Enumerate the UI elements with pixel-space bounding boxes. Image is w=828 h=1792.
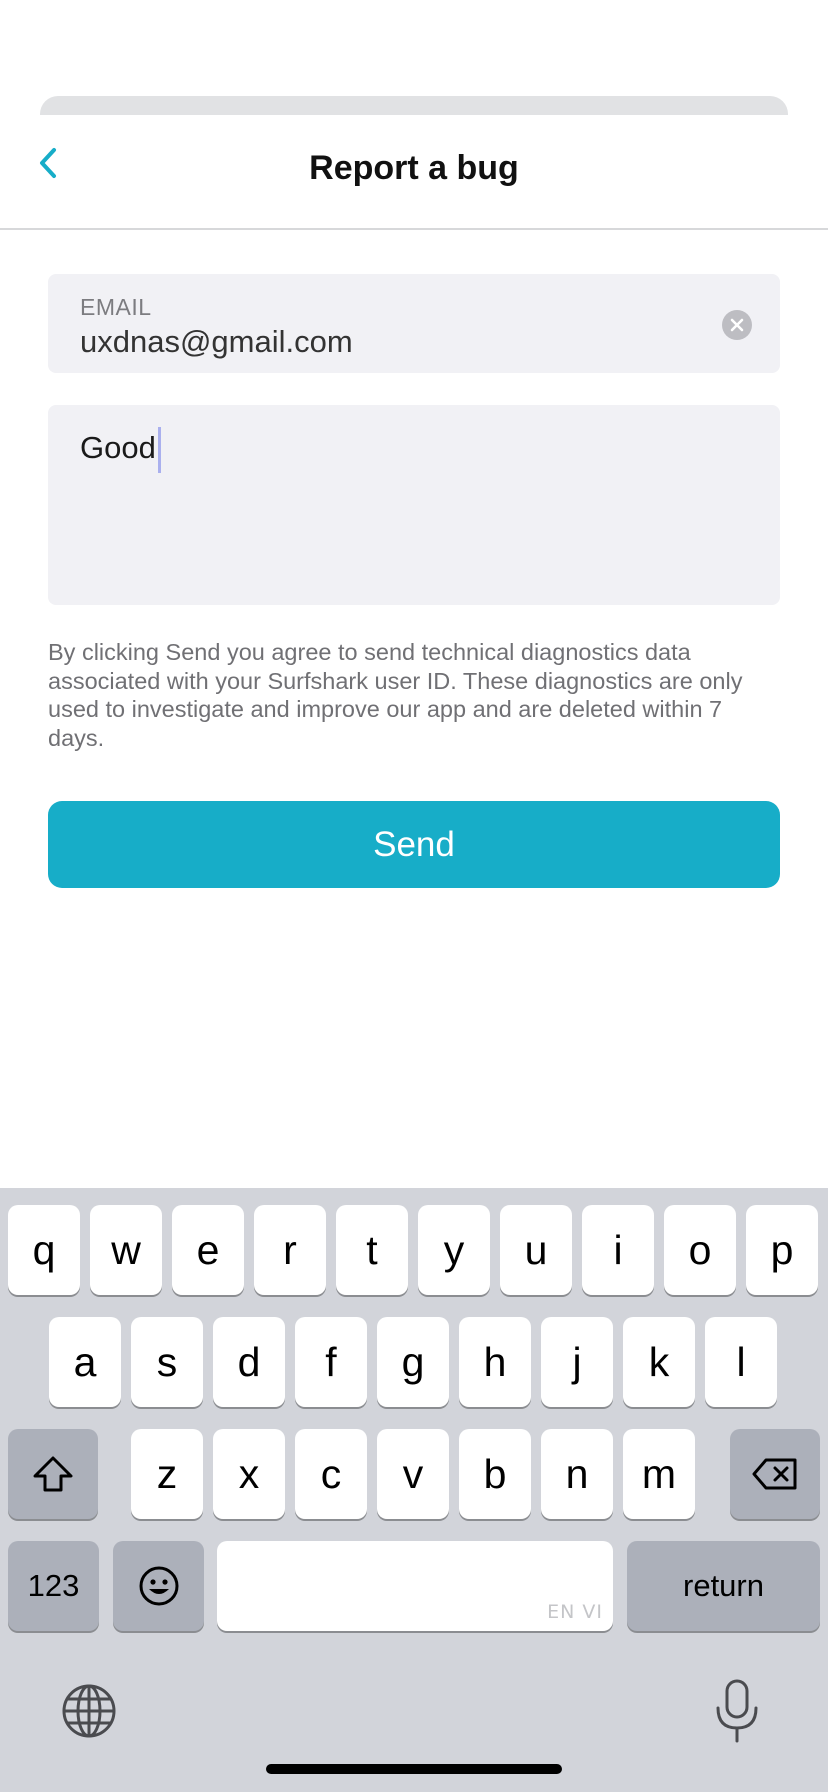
globe-icon[interactable] bbox=[60, 1682, 118, 1740]
key-l[interactable]: l bbox=[705, 1317, 777, 1407]
numbers-key[interactable]: 123 bbox=[8, 1541, 99, 1631]
key-u[interactable]: u bbox=[500, 1205, 572, 1295]
key-q[interactable]: q bbox=[8, 1205, 80, 1295]
key-t[interactable]: t bbox=[336, 1205, 408, 1295]
key-m[interactable]: m bbox=[623, 1429, 695, 1519]
email-field[interactable]: EMAIL uxdnas@gmail.com bbox=[48, 274, 780, 373]
emoji-key[interactable] bbox=[113, 1541, 204, 1631]
message-value: Good bbox=[80, 430, 156, 465]
report-bug-screen: Report a bug EMAIL uxdnas@gmail.com Good… bbox=[0, 0, 828, 1792]
key-g[interactable]: g bbox=[377, 1317, 449, 1407]
key-b[interactable]: b bbox=[459, 1429, 531, 1519]
home-indicator bbox=[266, 1764, 562, 1774]
delete-key[interactable] bbox=[730, 1429, 820, 1519]
diagnostics-disclaimer: By clicking Send you agree to send techn… bbox=[48, 639, 743, 751]
key-k[interactable]: k bbox=[623, 1317, 695, 1407]
emoji-icon bbox=[139, 1566, 178, 1606]
on-screen-keyboard: q w e r t y u i o p a s d f g h j k l z … bbox=[0, 1188, 828, 1792]
email-label: EMAIL bbox=[80, 294, 152, 320]
key-x[interactable]: x bbox=[213, 1429, 285, 1519]
key-z[interactable]: z bbox=[131, 1429, 203, 1519]
email-input[interactable]: uxdnas@gmail.com bbox=[80, 324, 353, 360]
key-a[interactable]: a bbox=[49, 1317, 121, 1407]
text-cursor bbox=[157, 426, 161, 473]
space-key[interactable]: EN VI bbox=[217, 1541, 613, 1631]
key-d[interactable]: d bbox=[213, 1317, 285, 1407]
sheet-background-edge bbox=[40, 96, 788, 116]
key-c[interactable]: c bbox=[295, 1429, 367, 1519]
key-i[interactable]: i bbox=[582, 1205, 654, 1295]
key-s[interactable]: s bbox=[131, 1317, 203, 1407]
delete-icon bbox=[752, 1458, 797, 1490]
key-j[interactable]: j bbox=[541, 1317, 613, 1407]
key-n[interactable]: n bbox=[541, 1429, 613, 1519]
key-f[interactable]: f bbox=[295, 1317, 367, 1407]
key-r[interactable]: r bbox=[254, 1205, 326, 1295]
key-w[interactable]: w bbox=[90, 1205, 162, 1295]
key-o[interactable]: o bbox=[664, 1205, 736, 1295]
key-v[interactable]: v bbox=[377, 1429, 449, 1519]
microphone-icon[interactable] bbox=[712, 1678, 762, 1744]
return-key[interactable]: return bbox=[627, 1541, 820, 1631]
key-p[interactable]: p bbox=[746, 1205, 818, 1295]
message-textarea[interactable]: Good bbox=[48, 405, 780, 605]
message-text: Good bbox=[80, 423, 161, 473]
keyboard-language-hint: EN VI bbox=[547, 1601, 603, 1623]
key-e[interactable]: e bbox=[172, 1205, 244, 1295]
clear-email-button[interactable] bbox=[722, 310, 752, 340]
shift-icon bbox=[33, 1456, 73, 1492]
navigation-bar: Report a bug bbox=[0, 115, 828, 230]
send-button[interactable]: Send bbox=[48, 801, 780, 888]
clear-icon bbox=[730, 318, 744, 332]
key-y[interactable]: y bbox=[418, 1205, 490, 1295]
shift-key[interactable] bbox=[8, 1429, 98, 1519]
page-title: Report a bug bbox=[309, 149, 519, 187]
key-h[interactable]: h bbox=[459, 1317, 531, 1407]
